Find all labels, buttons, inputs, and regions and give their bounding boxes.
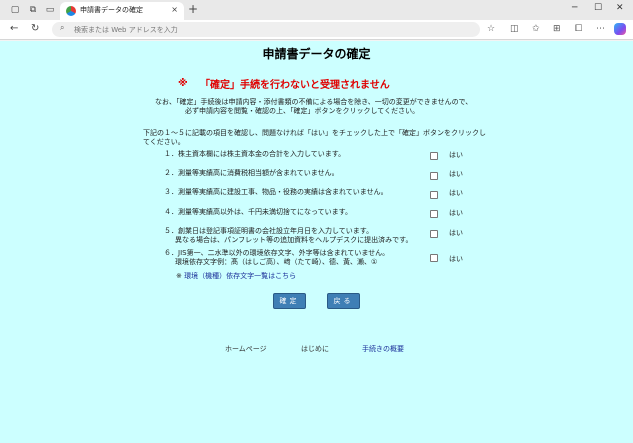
check-item-1: １．株主資本欄には株主資本金の合計を入力しています。 xyxy=(164,150,345,159)
check-item-subtext: 環境依存文字例：髙（はしご高）、﨑（たて崎）、德、黃、瀨、① xyxy=(175,258,378,266)
notice-line-1: なお、「確定」手続後は申請内容・添付書類の不備による場合を除き、一切の変更ができ… xyxy=(155,98,473,106)
env-chars-link-row: ※ 環境（機種）依存文字一覧はこちら xyxy=(176,271,296,281)
browser-toolbar: ← ↻ ⌕ 検索または Web アドレスを入力 ☆ ◫ ✩ ⊞ ⧠ ⋯ xyxy=(0,20,633,40)
check-item-4-yes-label[interactable]: はい xyxy=(449,208,463,218)
check-item-text: ３．測量等実績高に建設工事、物品・役務の実績は含まれていません。 xyxy=(164,188,388,196)
check-item-subtext: 異なる場合は、パンフレット等の追加資料をヘルプデスクに提出済みです。 xyxy=(175,236,413,244)
footer-link-intro[interactable]: はじめに xyxy=(301,344,329,354)
env-chars-link[interactable]: 環境（機種）依存文字一覧はこちら xyxy=(184,272,296,280)
check-item-6-checkbox[interactable] xyxy=(430,254,438,262)
check-item-text: ２．測量等実績高に消費税相当額が含まれていません。 xyxy=(164,169,339,177)
check-item-4-checkbox[interactable] xyxy=(430,210,438,218)
notice-line-2: 必ず申請内容を閲覧・確認の上、「確定」ボタンをクリックしてください。 xyxy=(185,107,420,115)
address-bar[interactable]: ⌕ 検索または Web アドレスを入力 xyxy=(52,22,480,37)
check-item-6-yes-label[interactable]: はい xyxy=(449,254,463,264)
check-item-2: ２．測量等実績高に消費税相当額が含まれていません。 xyxy=(164,169,339,178)
browser-tab-strip: ▢ ⧉ ▭ 申請書データの確定 × + ─ ☐ ✕ xyxy=(0,0,633,20)
collections-icon[interactable]: ⊞ xyxy=(553,24,561,34)
check-item-text: １．株主資本欄には株主資本金の合計を入力しています。 xyxy=(164,150,346,158)
footer-link-home[interactable]: ホームページ xyxy=(225,344,267,354)
notice-text: なお、「確定」手続後は申請内容・添付書類の不備による場合を除き、一切の変更ができ… xyxy=(155,98,472,116)
footer-link-overview[interactable]: 手続きの概要 xyxy=(362,344,404,354)
check-item-text: ５．創業日は登記事項証明書の会社設立年月日を入力しています。 xyxy=(164,227,374,235)
warning-text: 「確定」手続を行わないと受理されません xyxy=(200,80,390,91)
browser-tab[interactable]: 申請書データの確定 × xyxy=(60,2,184,20)
copilot-icon[interactable] xyxy=(614,23,626,35)
extensions-icon[interactable]: ⧠ xyxy=(575,24,582,34)
instruction-text: 下記の１～５に記載の項目を確認し、問題なければ「はい」をチェックした上で「確定」… xyxy=(143,129,486,147)
favorites-list-icon[interactable]: ✩ xyxy=(532,24,540,34)
search-icon: ⌕ xyxy=(60,23,65,32)
more-icon[interactable]: ⋯ xyxy=(596,24,605,34)
check-item-3-checkbox[interactable] xyxy=(430,191,438,199)
back-button[interactable]: 戻る xyxy=(327,293,360,309)
check-item-5: ５．創業日は登記事項証明書の会社設立年月日を入力しています。 異なる場合は、パン… xyxy=(164,227,412,245)
tabs-icon[interactable]: ⧉ xyxy=(27,4,39,16)
address-placeholder: 検索または Web アドレスを入力 xyxy=(74,26,178,34)
check-item-5-checkbox[interactable] xyxy=(430,230,438,238)
page-content: 申請書データの確定 ※ 「確定」手続を行わないと受理されません なお、「確定」手… xyxy=(0,41,633,443)
check-item-1-checkbox[interactable] xyxy=(430,152,438,160)
back-icon[interactable]: ← xyxy=(10,23,18,34)
workspaces-icon[interactable]: ▭ xyxy=(44,4,56,16)
tab-title: 申請書データの確定 xyxy=(80,6,143,14)
favorite-icon[interactable]: ☆ xyxy=(487,24,495,34)
page-title: 申請書データの確定 xyxy=(262,47,371,61)
check-item-4: ４．測量等実績高以外は、千円未満切捨てになっています。 xyxy=(164,208,352,217)
sidebar-icon[interactable]: ▢ xyxy=(9,4,21,16)
tab-close-icon[interactable]: × xyxy=(171,5,178,14)
confirm-button[interactable]: 確定 xyxy=(273,293,306,309)
close-icon[interactable]: ✕ xyxy=(616,3,624,13)
maximize-icon[interactable]: ☐ xyxy=(594,3,602,13)
check-item-2-yes-label[interactable]: はい xyxy=(449,169,463,179)
refresh-icon[interactable]: ↻ xyxy=(31,23,39,34)
check-item-5-yes-label[interactable]: はい xyxy=(449,228,463,238)
check-item-2-checkbox[interactable] xyxy=(430,172,438,180)
check-item-1-yes-label[interactable]: はい xyxy=(449,150,463,160)
new-tab-button[interactable]: + xyxy=(188,2,198,16)
instruction-line-1: 下記の１～５に記載の項目を確認し、問題なければ「はい」をチェックした上で「確定」… xyxy=(143,129,486,137)
env-link-mark: ※ xyxy=(176,272,182,280)
instruction-line-2: てください。 xyxy=(143,138,185,146)
split-screen-icon[interactable]: ◫ xyxy=(510,24,519,34)
check-item-text: ６．JIS第一、二水準以外の環境依存文字、外字等は含まれていません。 xyxy=(164,249,390,257)
check-item-3: ３．測量等実績高に建設工事、物品・役務の実績は含まれていません。 xyxy=(164,188,388,197)
favicon xyxy=(66,6,76,16)
warning-mark: ※ xyxy=(178,78,188,89)
check-item-3-yes-label[interactable]: はい xyxy=(449,188,463,198)
minimize-icon[interactable]: ─ xyxy=(572,3,577,13)
check-item-6: ６．JIS第一、二水準以外の環境依存文字、外字等は含まれていません。 環境依存文… xyxy=(164,249,389,267)
check-item-text: ４．測量等実績高以外は、千円未満切捨てになっています。 xyxy=(164,208,352,216)
